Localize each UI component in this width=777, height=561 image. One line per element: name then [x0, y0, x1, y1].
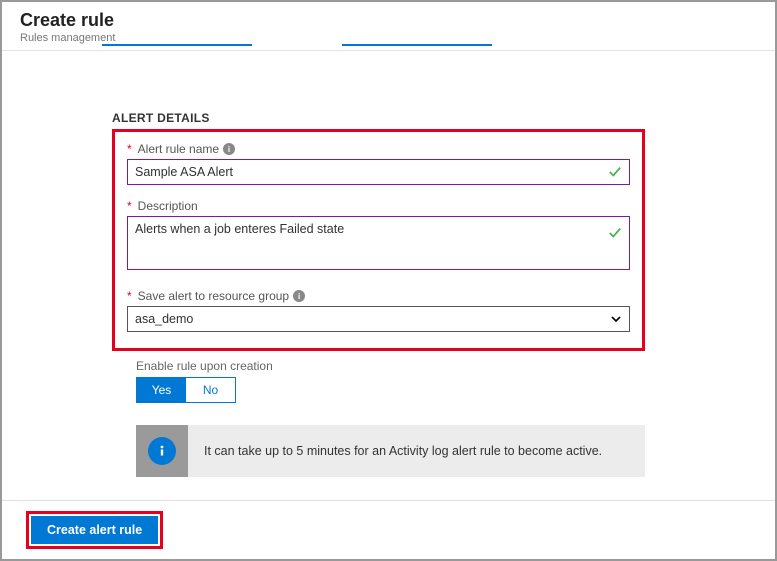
page-title: Create rule — [20, 10, 757, 31]
description-input[interactable] — [127, 216, 630, 270]
required-asterisk: * — [127, 199, 132, 213]
enable-rule-label: Enable rule upon creation — [136, 359, 775, 373]
description-label-text: Description — [138, 199, 198, 213]
alert-rule-name-input[interactable] — [127, 159, 630, 185]
ghost-button-2 — [342, 44, 492, 46]
create-alert-rule-button[interactable]: Create alert rule — [31, 516, 158, 544]
description-label: * Description — [127, 199, 630, 213]
notice-icon-cell — [136, 425, 188, 477]
enable-rule-no-button[interactable]: No — [186, 378, 235, 402]
alert-rule-name-label: * Alert rule name i — [127, 142, 630, 156]
alert-details-box: * Alert rule name i * Description — [112, 129, 645, 351]
create-button-highlight: Create alert rule — [26, 511, 163, 549]
enable-rule-yes-button[interactable]: Yes — [137, 378, 186, 402]
ghost-button-row — [102, 44, 492, 46]
resource-group-label: * Save alert to resource group i — [127, 289, 630, 303]
resource-group-select[interactable]: asa_demo — [127, 306, 630, 332]
info-icon — [148, 437, 176, 465]
notice-text: It can take up to 5 minutes for an Activ… — [188, 444, 618, 458]
page-subtitle: Rules management — [20, 32, 757, 44]
alert-rule-name-label-text: Alert rule name — [138, 142, 219, 156]
footer: Create alert rule — [2, 500, 775, 559]
section-title-alert-details: ALERT DETAILS — [112, 111, 775, 125]
ghost-button-1 — [102, 44, 252, 46]
resource-group-label-text: Save alert to resource group — [138, 289, 289, 303]
check-icon — [608, 226, 622, 240]
info-icon[interactable]: i — [223, 143, 235, 155]
check-icon — [608, 165, 622, 179]
required-asterisk: * — [127, 142, 132, 156]
notice-banner: It can take up to 5 minutes for an Activ… — [136, 425, 645, 477]
required-asterisk: * — [127, 289, 132, 303]
info-icon[interactable]: i — [293, 290, 305, 302]
enable-rule-toggle: Yes No — [136, 377, 236, 403]
